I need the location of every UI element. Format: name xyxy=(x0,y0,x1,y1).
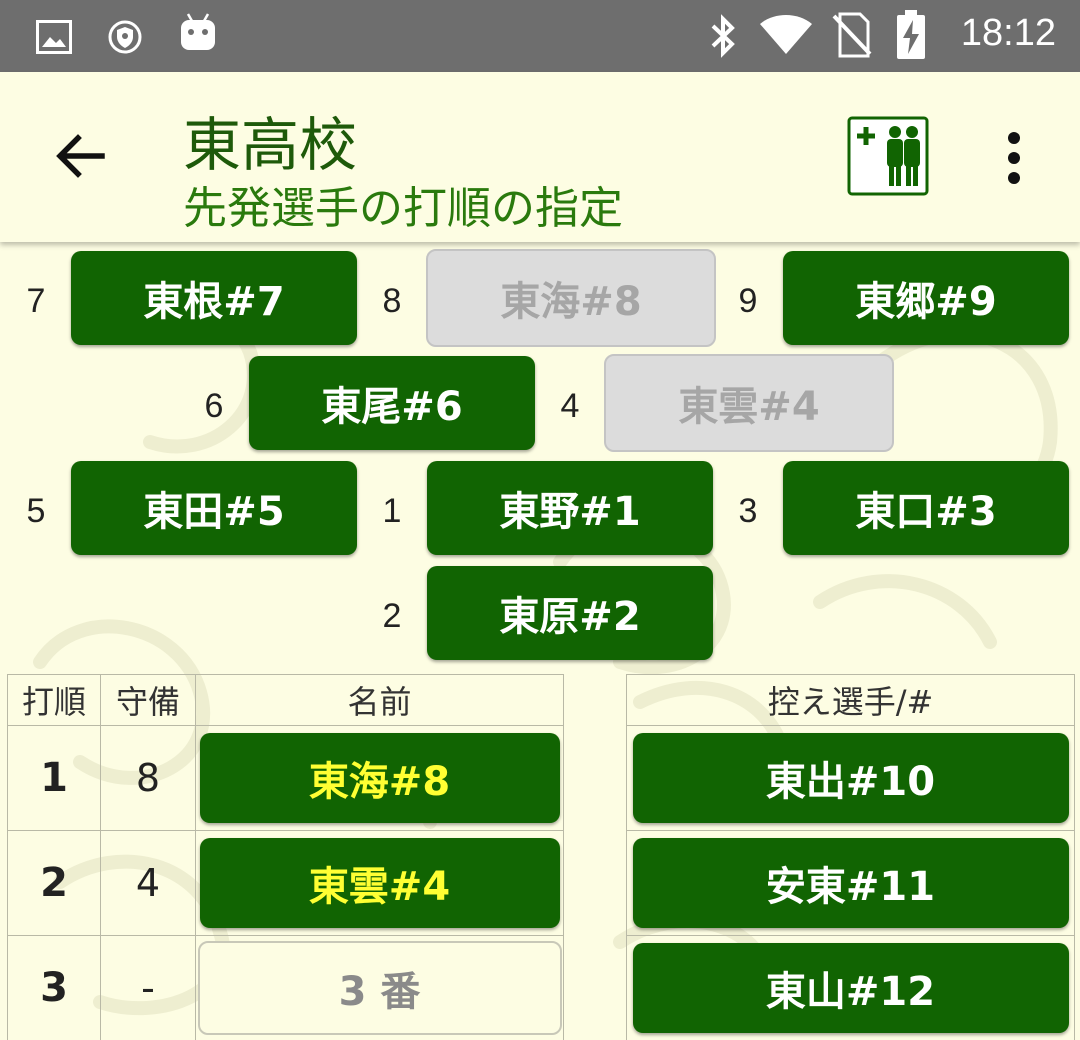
field-position-button[interactable]: 東原#2 xyxy=(427,566,713,660)
content-area: 7 東根#7 8 東海#8 9 東郷#9 6 東尾#6 4 東雲#4 5 東田#… xyxy=(0,242,1080,1040)
batting-order: 1 xyxy=(7,725,101,831)
page-title: 東高校 xyxy=(183,111,358,179)
list-item: 東山#12 xyxy=(626,935,1075,1040)
table-row: 3 - 3 番 xyxy=(7,935,564,1040)
bench-player-button[interactable]: 安東#11 xyxy=(632,838,1069,928)
position-number: 6 xyxy=(204,387,224,425)
field-position-button[interactable]: 東田#5 xyxy=(71,461,357,555)
header-defense: 守備 xyxy=(100,674,196,726)
defense-position: 4 xyxy=(100,830,196,936)
header-order: 打順 xyxy=(7,674,101,726)
bench-player-button[interactable]: 東山#12 xyxy=(632,943,1069,1033)
status-bar: 18:12 xyxy=(0,0,1080,72)
bench-player-button[interactable]: 東出#10 xyxy=(632,733,1069,823)
defense-position: - xyxy=(100,935,196,1040)
field-position-button[interactable]: 東根#7 xyxy=(71,251,357,345)
field-position-button[interactable]: 東海#8 xyxy=(426,249,716,347)
android-icon xyxy=(180,12,216,56)
lineup-table: 打順 守備 名前 1 8 東海#8 2 4 東雲#4 3 - 3 番 xyxy=(7,674,564,1040)
field-position-button[interactable]: 東郷#9 xyxy=(783,251,1069,345)
bluetooth-icon xyxy=(708,14,738,62)
app-bar: 東高校 先発選手の打順の指定 xyxy=(0,72,1080,242)
no-sim-icon xyxy=(832,12,872,62)
batting-order: 2 xyxy=(7,830,101,936)
lineup-name-button[interactable]: 3 番 xyxy=(197,941,562,1035)
page-subtitle: 先発選手の打順の指定 xyxy=(183,183,623,234)
field-position-button[interactable]: 東雲#4 xyxy=(604,354,894,452)
clock: 18:12 xyxy=(960,12,1056,54)
batting-order: 3 xyxy=(7,935,101,1040)
header-name: 名前 xyxy=(195,674,564,726)
position-number: 8 xyxy=(382,282,402,320)
position-number: 1 xyxy=(382,492,402,530)
position-number: 4 xyxy=(560,387,580,425)
list-item: 安東#11 xyxy=(626,830,1075,936)
field-position-button[interactable]: 東尾#6 xyxy=(249,356,535,450)
more-vert-icon[interactable] xyxy=(1000,130,1028,190)
battery-charging-icon xyxy=(896,10,926,64)
back-arrow-icon[interactable] xyxy=(52,128,108,188)
header-bench: 控え選手/# xyxy=(626,674,1075,726)
position-number: 9 xyxy=(738,282,758,320)
position-number: 7 xyxy=(26,282,46,320)
image-icon xyxy=(36,20,72,58)
table-row: 1 8 東海#8 xyxy=(7,725,564,831)
lineup-name-button[interactable]: 東海#8 xyxy=(199,733,560,823)
list-item: 東出#10 xyxy=(626,725,1075,831)
defense-position: 8 xyxy=(100,725,196,831)
position-number: 2 xyxy=(382,597,402,635)
bench-table: 控え選手/# 東出#10 安東#11 東山#12 xyxy=(626,674,1075,1040)
field-position-button[interactable]: 東野#1 xyxy=(427,461,713,555)
lineup-name-button[interactable]: 東雲#4 xyxy=(199,838,560,928)
table-row: 2 4 東雲#4 xyxy=(7,830,564,936)
vpn-icon xyxy=(107,18,143,60)
position-number: 5 xyxy=(26,492,46,530)
position-number: 3 xyxy=(738,492,758,530)
add-players-icon[interactable] xyxy=(847,116,929,200)
field-position-button[interactable]: 東口#3 xyxy=(783,461,1069,555)
wifi-icon xyxy=(758,14,814,60)
